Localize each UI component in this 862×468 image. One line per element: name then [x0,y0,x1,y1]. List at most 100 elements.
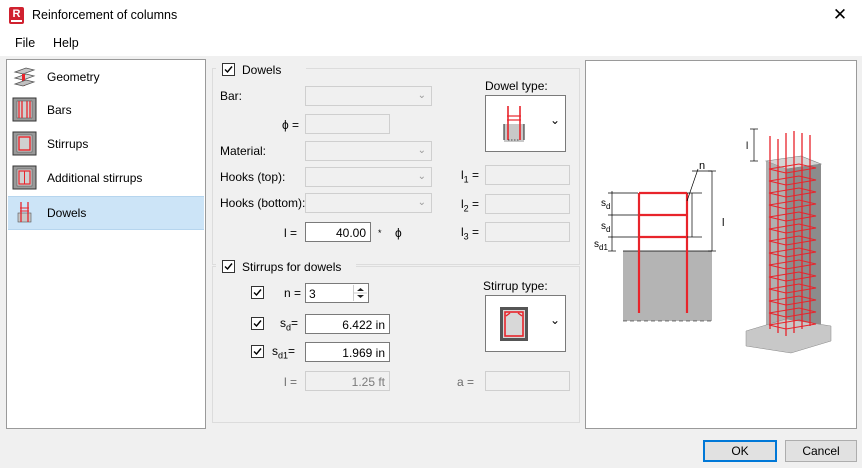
l1-field[interactable] [485,165,570,185]
l-field[interactable]: 40.00 [305,222,371,242]
navigation-list: Geometry Bars Stirrups Additional stirru… [6,59,206,429]
stirrup-l-field[interactable]: 1.25 ft [305,371,390,391]
footing-3d [745,318,832,354]
l1-label: l1 = [461,168,480,185]
n-label: n = [284,286,302,300]
chevron-down-icon: ⌄ [417,171,426,182]
a-label: a = [457,375,475,389]
app-icon-letter: R [12,8,21,20]
stirrup-type-icon [500,307,528,341]
menu-file[interactable]: File [15,36,35,50]
preview-l-label: l [722,217,724,229]
dowel-type-label: Dowel type: [485,79,548,93]
close-icon: ✕ [832,5,848,24]
ok-button[interactable]: OK [703,440,777,462]
dowel-type-icon [503,106,525,142]
l3-field[interactable] [485,222,570,242]
stirrup-l-value: 1.25 ft [351,375,385,389]
spinner-arrows-icon [354,288,367,298]
column-3d-dimension [750,128,758,162]
hooks-bottom-select[interactable]: ⌄ [305,193,432,213]
nav-item-geometry[interactable]: Geometry [8,61,204,93]
material-select[interactable]: ⌄ [305,141,432,161]
nav-item-stirrups[interactable]: Stirrups [8,128,204,160]
nav-item-additional-stirrups[interactable]: Additional stirrups [8,162,204,194]
check-icon [224,263,233,271]
l-value: 40.00 [335,226,366,240]
menu-help[interactable]: Help [53,36,79,50]
sd-label: sd= [280,316,299,333]
l2-field[interactable] [485,194,570,214]
stirrup-type-label: Stirrup type: [483,279,548,293]
preview-l-label-3d: l [746,141,748,152]
dowels-checkbox[interactable] [222,63,235,76]
preview-sd1-label: sd1 [594,239,608,252]
dowels-icon [17,202,32,223]
sd1-label: sd1= [272,344,296,361]
menu-bar [0,31,862,57]
sd-field[interactable]: 6.422 in [305,314,390,334]
nav-item-label: Stirrups [47,137,89,151]
nav-item-dowels[interactable]: Dowels [8,196,204,230]
check-icon [253,320,262,328]
geometry-icon [13,67,36,87]
preview-sd-label-2: sd [601,221,610,234]
preview-panel: n sd sd sd1 l l [585,60,857,429]
check-icon [253,289,262,297]
chevron-down-icon: ⌄ [417,197,426,208]
additional-stirrups-icon [12,165,37,190]
chevron-down-icon: ⌄ [417,145,426,156]
stirrups-icon [12,131,37,156]
check-icon [253,348,262,356]
bar-select[interactable]: ⌄ [305,86,432,106]
sd-value: 6.422 in [342,318,385,332]
n-spinner[interactable]: 3 [305,283,369,303]
n-value: 3 [309,287,316,301]
l2-label: l2 = [461,197,480,214]
hooks-top-select[interactable]: ⌄ [305,167,432,187]
sd1-field[interactable]: 1.969 in [305,342,390,362]
l-label: l = [284,226,298,240]
l-unit-phi: ϕ [395,226,402,240]
bars-icon [12,97,37,122]
window-title: Reinforcement of columns [32,8,178,22]
dowels-group-label: Dowels [242,63,282,77]
nav-item-label: Bars [47,103,72,117]
chevron-down-icon: ⌄ [417,90,426,101]
dowel-type-picker[interactable]: ⌄ [485,95,566,152]
stirrups-for-dowels-label: Stirrups for dowels [242,260,342,274]
sd-checkbox[interactable] [251,317,264,330]
l-multiply-sign: * [378,228,382,238]
close-button[interactable]: ✕ [818,0,862,31]
preview-n-label: n [699,160,705,172]
preview-sd-label-1: sd [601,198,610,211]
nav-item-label: Additional stirrups [47,171,143,185]
footing-shape [623,251,712,321]
nav-item-label: Dowels [47,206,87,220]
sd1-value: 1.969 in [342,346,385,360]
hooks-top-label: Hooks (top): [220,170,286,184]
n-checkbox[interactable] [251,286,264,299]
hooks-bottom-label: Hooks (bottom): [220,196,306,210]
nav-item-bars[interactable]: Bars [8,94,204,126]
l3-label: l3 = [461,225,480,242]
dowel-preview-drawing: n sd sd sd1 l l [594,128,832,354]
chevron-down-icon: ⌄ [550,113,561,127]
column-3d-right [786,164,821,346]
stirrup-l-label: l = [284,375,298,389]
app-icon: R [9,7,24,24]
stirrups-for-dowels-checkbox[interactable] [222,260,235,273]
nav-item-label: Geometry [47,70,100,84]
phi-field[interactable] [305,114,390,134]
material-label: Material: [220,144,267,158]
a-field[interactable] [485,371,570,391]
stirrup-type-picker[interactable]: ⌄ [485,295,566,352]
cancel-button[interactable]: Cancel [785,440,857,462]
bar-label: Bar: [220,89,243,103]
phi-label: ϕ = [282,118,300,132]
sd1-checkbox[interactable] [251,345,264,358]
spinner-buttons[interactable] [353,285,367,301]
dimension-lines [608,168,716,252]
chevron-down-icon: ⌄ [550,313,561,327]
check-icon [224,66,233,74]
